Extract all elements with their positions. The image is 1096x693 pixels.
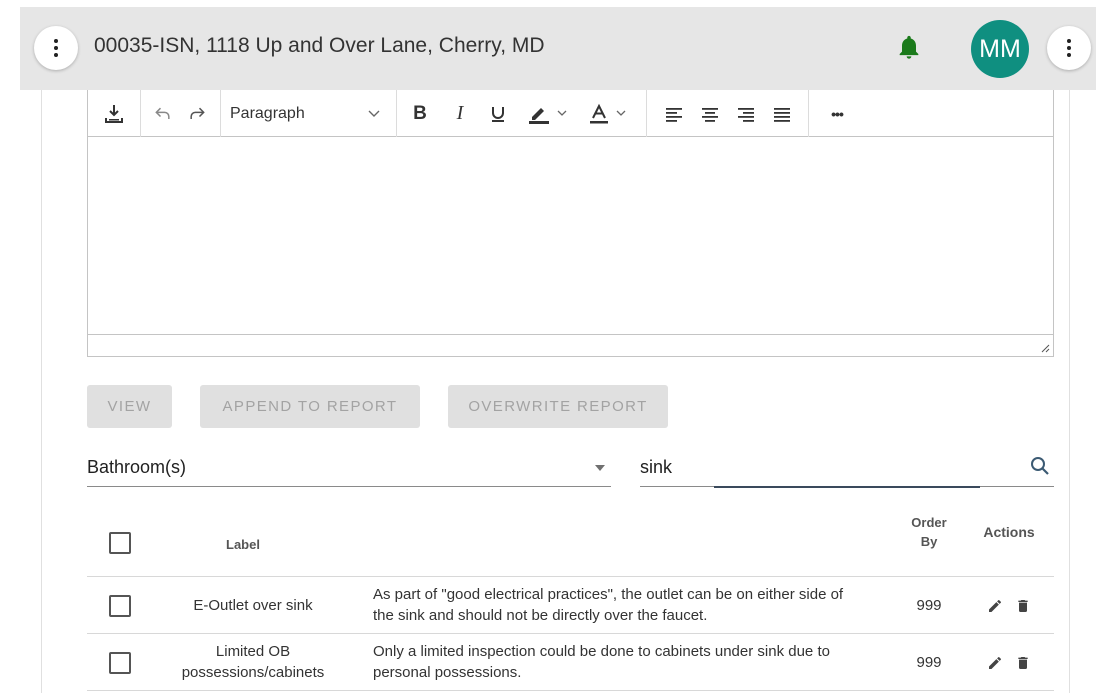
row-label-line: Limited OB	[215, 643, 291, 660]
row-description-line: the sink and should not be directly over…	[373, 607, 708, 624]
more-vertical-icon	[54, 39, 58, 57]
column-header-label[interactable]: Label	[165, 535, 321, 554]
chevron-down-icon	[368, 110, 380, 117]
undo-icon	[155, 107, 170, 119]
row-description-line: Only a limited inspection could be done …	[373, 643, 830, 660]
save-icon	[105, 104, 123, 123]
row-description: As part of "good electrical practices", …	[373, 584, 873, 626]
editor-statusbar	[88, 334, 1053, 356]
category-select-value: Bathroom(s)	[87, 457, 187, 477]
row-order-by: 999	[916, 654, 942, 671]
overwrite-report-button[interactable]: OVERWRITE REPORT	[448, 385, 668, 428]
align-right-icon	[738, 107, 754, 122]
category-select[interactable]: Bathroom(s)	[87, 448, 611, 487]
order-by-line-1: Order	[911, 515, 947, 530]
chevron-down-icon	[616, 110, 626, 116]
highlight-button[interactable]	[522, 90, 572, 137]
align-right-button[interactable]	[732, 90, 760, 137]
page-divider	[1069, 90, 1070, 693]
chevron-down-icon	[557, 110, 567, 116]
font-color-button[interactable]	[582, 90, 632, 137]
search-field[interactable]	[640, 448, 1054, 488]
row-description: Only a limited inspection could be done …	[373, 641, 873, 683]
row-label: Limited OB possessions/cabinets	[165, 641, 341, 683]
save-button[interactable]	[96, 90, 132, 137]
table-row[interactable]: E-Outlet over sink As part of "good elec…	[87, 577, 1054, 634]
editor-toolbar: Paragraph B I •••	[88, 90, 1053, 137]
app-header: 00035-ISN, 1118 Up and Over Lane, Cherry…	[20, 7, 1096, 90]
justify-button[interactable]	[768, 90, 796, 137]
block-format-label: Paragraph	[230, 104, 305, 122]
italic-icon: I	[456, 102, 464, 124]
row-description-line: personal possessions.	[373, 664, 522, 681]
user-avatar[interactable]: MM	[971, 20, 1029, 78]
underline-icon	[492, 106, 504, 122]
table-row[interactable]: Limited OB possessions/cabinets Only a l…	[87, 634, 1054, 691]
row-label: E-Outlet over sink	[193, 597, 313, 614]
align-left-icon	[666, 107, 682, 122]
font-color-icon	[590, 103, 608, 123]
order-by-line-2: By	[920, 534, 938, 549]
column-header-order-by[interactable]: Order By	[887, 513, 971, 551]
view-button[interactable]: VIEW	[87, 385, 172, 428]
justify-icon	[774, 107, 790, 122]
undo-button[interactable]	[148, 90, 178, 137]
row-checkbox[interactable]	[109, 595, 131, 617]
redo-icon	[190, 107, 205, 119]
align-left-button[interactable]	[660, 90, 688, 137]
delete-icon[interactable]	[1015, 655, 1031, 671]
edit-icon[interactable]	[987, 598, 1003, 614]
row-checkbox[interactable]	[109, 652, 131, 674]
table-header: Label Order By Actions	[87, 503, 1054, 577]
bold-icon: B	[413, 102, 427, 124]
column-header-actions: Actions	[983, 524, 1035, 540]
row-description-line: As part of "good electrical practices", …	[373, 586, 844, 603]
underline-button[interactable]	[484, 90, 512, 137]
highlight-icon	[529, 107, 549, 124]
editor-content-area[interactable]	[88, 137, 1053, 334]
right-menu-button[interactable]	[1047, 26, 1091, 70]
resize-handle-icon[interactable]	[1040, 343, 1050, 353]
append-to-report-button[interactable]: APPEND TO REPORT	[200, 385, 420, 428]
left-menu-button[interactable]	[34, 26, 78, 70]
comments-table: Label Order By Actions E-Outlet over sin…	[87, 503, 1054, 691]
align-center-button[interactable]	[696, 90, 724, 137]
search-focus-underline	[714, 486, 980, 488]
more-icon: •••	[831, 105, 844, 122]
select-all-checkbox[interactable]	[109, 532, 131, 554]
row-order-by: 999	[916, 597, 942, 614]
align-center-icon	[702, 107, 718, 122]
search-input[interactable]	[640, 452, 1010, 482]
more-vertical-icon	[1067, 39, 1071, 57]
row-label-line: possessions/cabinets	[181, 664, 325, 681]
more-toolbar-button[interactable]: •••	[822, 90, 852, 137]
bell-icon[interactable]	[895, 32, 923, 62]
redo-button[interactable]	[182, 90, 212, 137]
block-format-select[interactable]: Paragraph	[230, 90, 390, 137]
delete-icon[interactable]	[1015, 598, 1031, 614]
rich-text-editor: Paragraph B I •••	[87, 90, 1054, 357]
dropdown-arrow-icon	[595, 465, 605, 471]
edit-icon[interactable]	[987, 655, 1003, 671]
italic-button[interactable]: I	[446, 90, 474, 137]
search-icon[interactable]	[1028, 454, 1052, 478]
page-title: 00035-ISN, 1118 Up and Over Lane, Cherry…	[94, 34, 545, 57]
page-divider	[41, 90, 42, 693]
bold-button[interactable]: B	[406, 90, 434, 137]
